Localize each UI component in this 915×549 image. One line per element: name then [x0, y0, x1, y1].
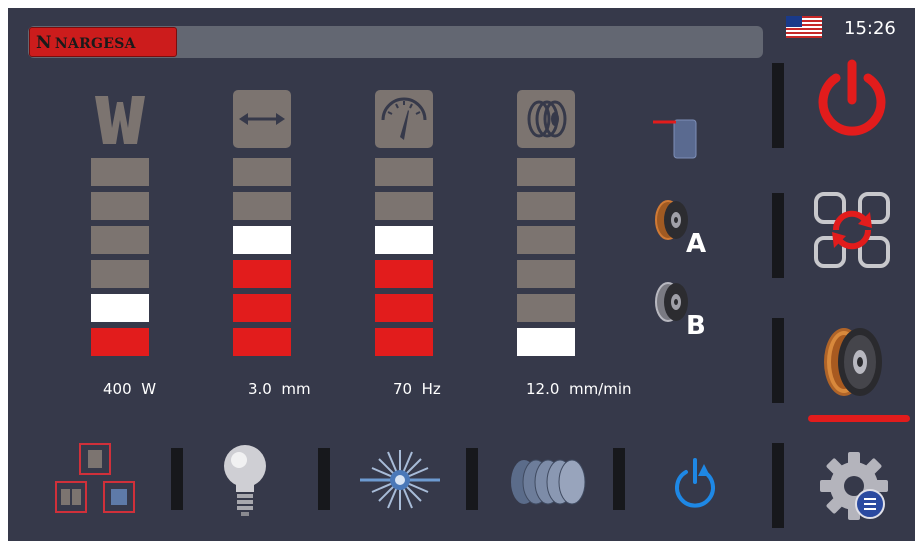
power-icon	[818, 59, 886, 136]
width-meter-segment[interactable]	[233, 328, 291, 356]
power-meter-segment[interactable]	[91, 226, 149, 254]
power-w-icon	[91, 90, 149, 148]
layout-icon	[55, 443, 135, 513]
sidebar-divider	[772, 443, 784, 528]
nargesa-logo: N NARGESA	[29, 27, 177, 57]
bottom-divider	[613, 448, 625, 510]
power-meter-segment[interactable]	[91, 328, 149, 356]
width-meter-segment[interactable]	[233, 260, 291, 288]
spool-a-button[interactable]: A	[648, 194, 714, 260]
brand-name: NARGESA	[54, 36, 136, 52]
brand-initial: N	[36, 33, 52, 53]
spool-b-button[interactable]: B	[648, 276, 714, 342]
wire_speed-meter-segment[interactable]	[517, 226, 575, 254]
wire_speed-meter-segment[interactable]	[517, 158, 575, 186]
refresh-button[interactable]	[812, 190, 892, 274]
frequency-meter-segment[interactable]	[375, 260, 433, 288]
gauge-icon	[375, 90, 433, 148]
frequency-meter-segment[interactable]	[375, 226, 433, 254]
clock-time: 15:26	[844, 18, 896, 39]
power-meter-segment[interactable]	[91, 260, 149, 288]
sidebar-divider	[772, 318, 784, 403]
reset-icon	[675, 458, 715, 508]
wire-spool-button[interactable]	[816, 322, 892, 406]
us-flag-icon[interactable]	[786, 16, 822, 38]
width-meter-segment[interactable]	[233, 158, 291, 186]
power-value: 400 W	[103, 380, 157, 398]
laser-button[interactable]	[360, 444, 440, 520]
material-sheet-icon[interactable]	[650, 112, 698, 164]
settings-button[interactable]	[818, 450, 890, 526]
layout-mode-button[interactable]	[52, 442, 142, 522]
wire_speed-meter-segment[interactable]	[517, 192, 575, 220]
frequency-meter-segment[interactable]	[375, 192, 433, 220]
width-meter-segment[interactable]	[233, 294, 291, 322]
power-button[interactable]	[814, 58, 890, 148]
spool-b-label: B	[686, 311, 706, 338]
spool-a-label: A	[686, 229, 706, 256]
wire-spool-icon	[824, 328, 882, 396]
active-indicator	[808, 415, 910, 422]
wire-speed-value: 12.0 mm/min	[526, 380, 632, 398]
wire_speed-meter-segment[interactable]	[517, 260, 575, 288]
reset-button[interactable]	[670, 456, 720, 516]
frequency-meter-segment[interactable]	[375, 328, 433, 356]
power-meter-segment[interactable]	[91, 158, 149, 186]
bottom-divider	[466, 448, 478, 510]
bottom-divider	[318, 448, 330, 510]
frequency-meter-segment[interactable]	[375, 294, 433, 322]
wire_speed-meter-segment[interactable]	[517, 328, 575, 356]
power-meter-segment[interactable]	[91, 192, 149, 220]
frequency-meter-segment[interactable]	[375, 158, 433, 186]
bottom-divider	[171, 448, 183, 510]
light-bulb-icon	[224, 445, 266, 516]
wire-spool-icon	[517, 90, 575, 148]
width-arrows-icon	[233, 90, 291, 148]
brand-text: N NARGESA	[36, 33, 136, 53]
control-panel-screen: N NARGESA 15:26 400 W 3.0 mm 70 Hz 12.0 …	[8, 8, 915, 541]
width-meter-segment[interactable]	[233, 192, 291, 220]
width-meter-segment[interactable]	[233, 226, 291, 254]
sidebar-divider	[772, 63, 784, 148]
refresh-icon	[814, 192, 890, 268]
sidebar-divider	[772, 193, 784, 278]
light-button[interactable]	[220, 442, 270, 522]
oscillation-icon	[511, 459, 586, 505]
gear-icon	[820, 452, 888, 520]
laser-burst-icon	[360, 450, 440, 510]
frequency-value: 70 Hz	[393, 380, 441, 398]
power-meter-segment[interactable]	[91, 294, 149, 322]
oscillation-button[interactable]	[504, 454, 594, 514]
width-value: 3.0 mm	[248, 380, 311, 398]
wire_speed-meter-segment[interactable]	[517, 294, 575, 322]
